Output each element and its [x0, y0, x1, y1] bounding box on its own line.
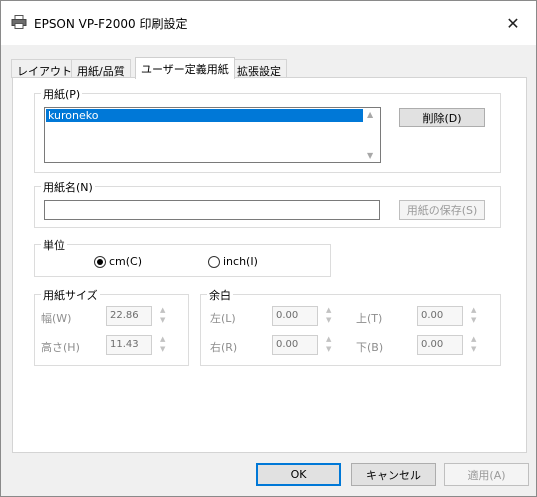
- window-title: EPSON VP-F2000 印刷設定: [34, 17, 188, 31]
- radio-cm-label: cm(C): [109, 255, 143, 268]
- list-item[interactable]: kuroneko: [46, 109, 363, 122]
- spin-up-icon[interactable]: ▲: [326, 335, 331, 343]
- spin-down-icon[interactable]: ▼: [326, 345, 331, 353]
- save-paper-button[interactable]: 用紙の保存(S): [399, 200, 485, 220]
- paper-listbox[interactable]: kuroneko ▲ ▼: [44, 107, 381, 163]
- margin-bottom-label: 下(B): [356, 341, 384, 354]
- tab-strip: レイアウト 用紙/品質 ユーザー定義用紙 拡張設定: [11, 57, 521, 79]
- margin-right-input[interactable]: 0.00: [272, 335, 318, 355]
- height-spinner[interactable]: ▲ ▼: [157, 335, 171, 355]
- radio-selected-icon: [94, 255, 106, 268]
- margin-right-spinner[interactable]: ▲ ▼: [323, 335, 337, 355]
- tab-panel: 用紙(P) kuroneko ▲ ▼ 削除(D) 用紙名(N) 用紙の保存(S)…: [12, 77, 527, 453]
- spin-up-icon[interactable]: ▲: [326, 306, 331, 314]
- apply-button[interactable]: 適用(A): [444, 463, 529, 486]
- tab-advanced-settings[interactable]: 拡張設定: [231, 59, 287, 78]
- tab-layout[interactable]: レイアウト: [11, 59, 78, 78]
- listbox-scrollbar[interactable]: ▲ ▼: [363, 108, 380, 162]
- margin-left-label: 左(L): [210, 312, 236, 325]
- spin-up-icon[interactable]: ▲: [471, 335, 476, 343]
- radio-inch-label: inch(I): [223, 255, 258, 268]
- spin-down-icon[interactable]: ▼: [471, 316, 476, 324]
- margin-left-input[interactable]: 0.00: [272, 306, 318, 326]
- title-bar: EPSON VP-F2000 印刷設定 ✕: [1, 1, 536, 45]
- margin-group-label: 余白: [207, 287, 233, 303]
- margin-group: 余白 左(L) 0.00 ▲ ▼ 上(T) 0.00 ▲ ▼ 右(R) 0.00…: [200, 287, 501, 366]
- paper-name-group-label: 用紙名(N): [41, 179, 95, 195]
- width-input[interactable]: 22.86: [106, 306, 152, 326]
- printer-settings-dialog: EPSON VP-F2000 印刷設定 ✕ レイアウト 用紙/品質 ユーザー定義…: [0, 0, 537, 497]
- printer-icon: [11, 15, 27, 29]
- close-icon: ✕: [506, 13, 520, 33]
- spin-up-icon[interactable]: ▲: [471, 306, 476, 314]
- paper-group: 用紙(P) kuroneko ▲ ▼ 削除(D): [34, 86, 501, 173]
- margin-top-spinner[interactable]: ▲ ▼: [468, 306, 482, 326]
- spin-down-icon[interactable]: ▼: [326, 316, 331, 324]
- delete-button[interactable]: 削除(D): [399, 108, 485, 127]
- radio-cm[interactable]: cm(C): [94, 255, 142, 268]
- margin-left-spinner[interactable]: ▲ ▼: [323, 306, 337, 326]
- margin-top-input[interactable]: 0.00: [417, 306, 463, 326]
- width-spinner[interactable]: ▲ ▼: [157, 306, 171, 326]
- paper-name-input[interactable]: [44, 200, 380, 220]
- radio-unselected-icon: [208, 255, 220, 268]
- paper-size-group: 用紙サイズ 幅(W) 22.86 ▲ ▼ 高さ(H) 11.43 ▲ ▼: [34, 287, 189, 366]
- height-label: 高さ(H): [41, 341, 80, 354]
- unit-group-label: 単位: [41, 237, 67, 253]
- paper-group-label: 用紙(P): [41, 86, 83, 102]
- cancel-button[interactable]: キャンセル: [351, 463, 436, 486]
- margin-bottom-input[interactable]: 0.00: [417, 335, 463, 355]
- spin-down-icon[interactable]: ▼: [160, 316, 165, 324]
- height-input[interactable]: 11.43: [106, 335, 152, 355]
- margin-right-label: 右(R): [210, 341, 238, 354]
- unit-group: 単位 cm(C) inch(I): [34, 237, 331, 277]
- scroll-down-icon[interactable]: ▼: [367, 151, 373, 160]
- paper-size-group-label: 用紙サイズ: [41, 287, 100, 303]
- ok-button[interactable]: OK: [256, 463, 341, 486]
- paper-name-group: 用紙名(N) 用紙の保存(S): [34, 179, 501, 228]
- close-button[interactable]: ✕: [490, 1, 536, 45]
- width-label: 幅(W): [41, 312, 72, 325]
- scroll-up-icon[interactable]: ▲: [367, 110, 373, 119]
- spin-up-icon[interactable]: ▲: [160, 306, 165, 314]
- tab-user-defined-paper[interactable]: ユーザー定義用紙: [135, 57, 235, 79]
- spin-up-icon[interactable]: ▲: [160, 335, 165, 343]
- spin-down-icon[interactable]: ▼: [160, 345, 165, 353]
- margin-top-label: 上(T): [356, 312, 383, 325]
- radio-inch[interactable]: inch(I): [208, 255, 258, 268]
- spin-down-icon[interactable]: ▼: [471, 345, 476, 353]
- margin-bottom-spinner[interactable]: ▲ ▼: [468, 335, 482, 355]
- tab-paper-quality[interactable]: 用紙/品質: [71, 59, 131, 78]
